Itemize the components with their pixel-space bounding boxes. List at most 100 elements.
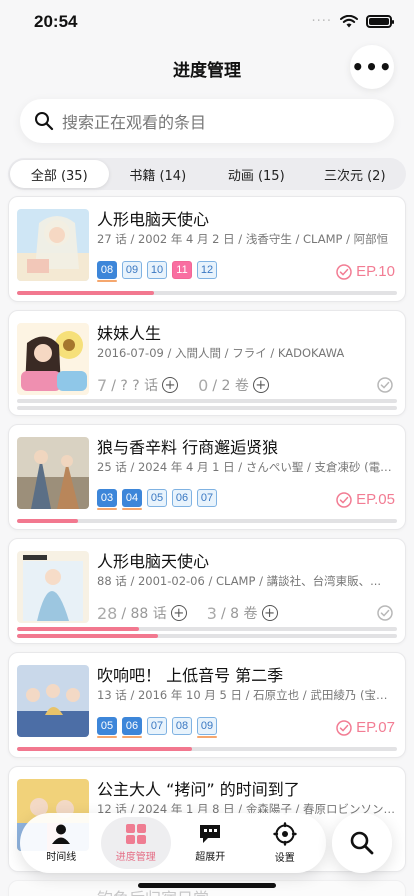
episode-button[interactable]: 08 (97, 261, 117, 279)
signal-dots-icon: ···· (311, 14, 332, 29)
nav-timeline[interactable]: 时间线 (26, 817, 96, 869)
item-title[interactable]: 妹妹人生 (97, 320, 161, 344)
wifi-icon (340, 15, 358, 28)
read-counter: 7 / ? ? 话 + 0 / 2 卷 + (97, 375, 269, 395)
nav-rakuen[interactable]: 超展开 (175, 817, 245, 869)
item-title[interactable]: 人形电脑天使心 (97, 548, 209, 572)
search-icon (350, 831, 374, 855)
next-episode-button[interactable]: EP.05 (336, 491, 395, 508)
tab-anime[interactable]: 动画 (15) (207, 160, 306, 188)
item-title[interactable]: 吹响吧！ 上低音号 第二季 (97, 662, 283, 686)
progress-fill (17, 634, 158, 638)
add-volume-button[interactable]: + (252, 377, 269, 393)
episode-button[interactable]: 08 (172, 717, 192, 735)
episode-button[interactable]: 07 (197, 489, 217, 507)
tab-all[interactable]: 全部 (35) (10, 160, 109, 188)
progress-fill (17, 627, 139, 631)
add-chapter-button[interactable]: + (170, 605, 187, 621)
more-options-button[interactable]: ••• (350, 45, 394, 89)
add-volume-button[interactable]: + (261, 605, 278, 621)
status-icons: ···· (311, 14, 394, 29)
next-episode-label: EP.05 (356, 491, 395, 508)
ep-aired-line (97, 508, 117, 510)
item-meta: 25 话 / 2024 年 4 月 1 日 / さんぺい聖 / 支倉凍砂 (電撃… (97, 460, 397, 474)
check-circle-icon (377, 377, 393, 393)
ep-aired-line (97, 280, 117, 282)
volume-total: / 2 卷 (212, 378, 249, 394)
item-meta: 88 话 / 2001-02-06 / CLAMP / 講談社、台湾東販、... (97, 574, 382, 588)
item-meta: 27 话 / 2002 年 4 月 2 日 / 浅香守生 / CLAMP / 阿… (97, 232, 389, 246)
episode-button[interactable]: 05 (147, 489, 167, 507)
category-tabs: 全部 (35) 书籍 (14) 动画 (15) 三次元 (2) (8, 158, 406, 190)
search-bar[interactable]: 搜索正在观看的条目 (20, 99, 394, 143)
episode-button[interactable]: 05 (97, 717, 117, 735)
add-chapter-button[interactable]: + (162, 377, 179, 393)
volume-current: 0 (198, 375, 209, 395)
next-episode-label: EP.10 (356, 263, 395, 280)
home-indicator (138, 883, 276, 888)
item-title[interactable]: 人形电脑天使心 (97, 206, 209, 230)
progress-bar-secondary (17, 406, 397, 410)
ep-aired-line (97, 736, 117, 738)
episode-button[interactable]: 12 (197, 261, 217, 279)
cover-image[interactable] (17, 437, 89, 509)
next-episode-button[interactable]: EP.10 (336, 263, 395, 280)
nav-label: 进度管理 (115, 852, 156, 863)
tab-books[interactable]: 书籍 (14) (109, 160, 208, 188)
progress-fill (17, 519, 78, 523)
episode-list: 03 04 05 06 07 (97, 489, 217, 510)
cover-image[interactable] (17, 551, 89, 623)
search-fab-button[interactable] (332, 813, 392, 873)
episode-button[interactable]: 07 (147, 717, 167, 735)
episode-button[interactable]: 09 (122, 261, 142, 279)
list-item[interactable]: 人形电脑天使心 88 话 / 2001-02-06 / CLAMP / 講談社、… (8, 538, 406, 644)
item-title[interactable]: 狼与香辛料 行商邂逅贤狼 (97, 434, 278, 458)
progress-fill (17, 747, 192, 751)
status-time: 20:54 (34, 12, 78, 31)
progress-fill (17, 291, 154, 295)
settings-icon (273, 822, 297, 846)
progress-bar-secondary (17, 634, 397, 638)
complete-button[interactable] (377, 605, 393, 625)
check-circle-icon (377, 605, 393, 621)
list-item[interactable]: 狼与香辛料 行商邂逅贤狼 25 话 / 2024 年 4 月 1 日 / さんぺ… (8, 424, 406, 530)
complete-button[interactable] (377, 377, 393, 397)
episode-button[interactable]: 10 (147, 261, 167, 279)
episode-list: 05 06 07 08 09 (97, 717, 217, 738)
volume-current: 3 (206, 603, 217, 623)
nav-label: 超展开 (195, 852, 226, 863)
list-item[interactable]: 吹响吧！ 上低音号 第二季 13 话 / 2016 年 10 月 5 日 / 石… (8, 652, 406, 758)
next-episode-button[interactable]: EP.07 (336, 719, 395, 736)
tab-real[interactable]: 三次元 (2) (306, 160, 405, 188)
episode-button[interactable]: 06 (172, 489, 192, 507)
nav-progress[interactable]: 进度管理 (100, 817, 171, 869)
status-bar: 20:54 ···· (0, 0, 414, 44)
cover-image[interactable] (17, 209, 89, 281)
check-circle-icon (336, 719, 352, 736)
check-circle-icon (336, 263, 352, 280)
search-icon (34, 111, 54, 131)
item-meta: 13 话 / 2016 年 10 月 5 日 / 石原立也 / 武田綾乃 (宝島… (97, 688, 397, 702)
list-item[interactable]: 人形电脑天使心 27 话 / 2002 年 4 月 2 日 / 浅香守生 / C… (8, 196, 406, 302)
search-input[interactable]: 搜索正在观看的条目 (62, 109, 206, 133)
episode-button[interactable]: 04 (122, 489, 142, 507)
ep-aired-line (122, 508, 142, 510)
nav-settings[interactable]: 设置 (250, 817, 320, 869)
battery-icon (366, 15, 394, 28)
episode-button[interactable]: 09 (197, 717, 217, 735)
chapter-current: 7 (97, 375, 108, 395)
cover-image[interactable] (17, 665, 89, 737)
item-title[interactable]: 公主大人 “拷问” 的时间到了 (97, 776, 300, 800)
episode-button[interactable]: 11 (172, 261, 192, 279)
chapter-total: / ? ? 话 (111, 378, 159, 394)
check-circle-icon (336, 491, 352, 508)
episode-button[interactable]: 06 (122, 717, 142, 735)
episode-button[interactable]: 03 (97, 489, 117, 507)
read-counter: 28 / 88 话 + 3 / 8 卷 + (97, 603, 278, 623)
nav-label: 设置 (274, 853, 295, 864)
progress-bar (17, 627, 397, 631)
cover-image[interactable] (17, 323, 89, 395)
list-item[interactable]: 妹妹人生 2016-07-09 / 入間人間 / フライ / KADOKAWA … (8, 310, 406, 416)
chapter-total: / 88 话 (121, 606, 167, 622)
volume-total: / 8 卷 (220, 606, 258, 622)
